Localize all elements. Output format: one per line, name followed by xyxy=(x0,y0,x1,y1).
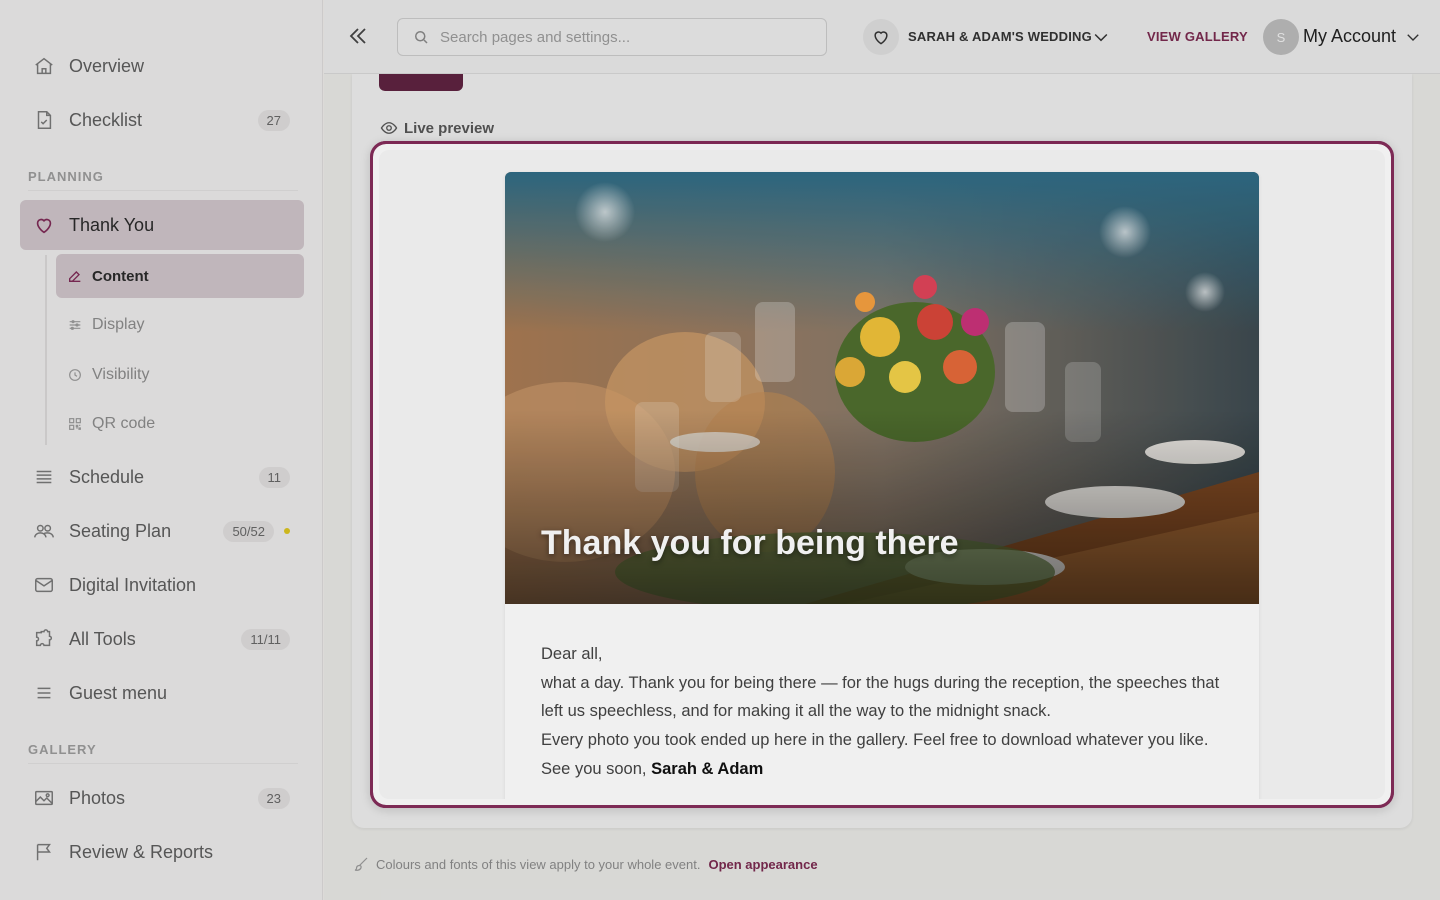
signoff-prefix: See you soon, xyxy=(541,759,647,778)
account-menu[interactable]: My Account xyxy=(1303,26,1396,47)
sidebar-item-label: Seating Plan xyxy=(69,520,172,541)
count-badge: 50/52 xyxy=(223,520,274,542)
chevron-down-icon[interactable] xyxy=(1091,27,1111,47)
collapse-sidebar-icon[interactable] xyxy=(346,24,370,48)
sidebar-item-label: Review & Reports xyxy=(69,841,214,862)
signoff: See you soon, Sarah & Adam xyxy=(541,755,1231,784)
live-preview-text: Live preview xyxy=(404,119,495,137)
sub-item-label: QR code xyxy=(92,415,156,432)
section-label-planning: PLANNING xyxy=(28,169,104,184)
sidebar-item-thank-you[interactable]: Thank You xyxy=(20,200,304,250)
count-badge: 11 xyxy=(258,466,290,488)
envelope-icon xyxy=(32,573,56,597)
count-badge: 27 xyxy=(257,109,290,131)
heart-icon xyxy=(32,213,56,237)
clock-icon xyxy=(66,366,84,384)
message-paragraph: what a day. Thank you for being there — … xyxy=(541,673,1220,721)
menu-icon xyxy=(32,681,56,705)
people-icon xyxy=(32,519,56,543)
puzzle-icon xyxy=(32,627,56,651)
divider xyxy=(28,190,298,191)
sidebar-item-label: All Tools xyxy=(69,628,136,649)
message-paragraph: Every photo you took ended up here in th… xyxy=(541,731,1209,750)
view-gallery-link[interactable]: VIEW GALLERY xyxy=(1147,29,1248,44)
sub-item-label: Visibility xyxy=(92,366,150,383)
sidebar-item-schedule[interactable]: Schedule 11 xyxy=(20,452,304,502)
sub-item-label: Display xyxy=(92,316,145,333)
sidebar-item-digital-invitation[interactable]: Digital Invitation xyxy=(20,560,304,610)
sidebar-item-label: Thank You xyxy=(69,214,155,235)
event-selector[interactable]: SARAH & ADAM'S WEDDING xyxy=(908,29,1092,44)
signoff-names: Sarah & Adam xyxy=(651,759,764,778)
sub-item-visibility[interactable]: Visibility xyxy=(56,353,304,397)
checklist-icon xyxy=(32,108,56,132)
search-input[interactable] xyxy=(440,28,800,46)
search-box[interactable] xyxy=(397,18,827,56)
flag-icon xyxy=(32,840,56,864)
sidebar-item-label: Schedule xyxy=(69,466,145,487)
eye-icon xyxy=(380,119,398,137)
sub-item-label: Content xyxy=(92,267,149,285)
sidebar-item-photos[interactable]: Photos 23 xyxy=(20,773,304,823)
sidebar-item-all-tools[interactable]: All Tools 11/11 xyxy=(20,614,304,664)
top-bar: SARAH & ADAM'S WEDDING VIEW GALLERY S My… xyxy=(324,0,1440,74)
appearance-note: Colours and fonts of this view apply to … xyxy=(352,855,818,873)
search-icon xyxy=(412,28,430,46)
thank-you-card: Thank you for being there Dear all, what… xyxy=(505,172,1259,799)
sidebar-item-label: Checklist xyxy=(69,109,143,130)
list-icon xyxy=(32,465,56,489)
home-icon xyxy=(32,54,56,78)
hero-image: Thank you for being there xyxy=(505,172,1259,604)
sidebar-item-label: Guest menu xyxy=(69,682,168,703)
count-badge: 11/11 xyxy=(241,628,290,650)
sub-item-content[interactable]: Content xyxy=(56,254,304,298)
preview-canvas: Thank you for being there Dear all, what… xyxy=(379,150,1385,799)
chevron-down-icon[interactable] xyxy=(1404,27,1422,47)
primary-button-partial[interactable] xyxy=(379,74,463,91)
submenu-guide-line xyxy=(45,255,47,445)
sidebar-item-seating-plan[interactable]: Seating Plan 50/52 xyxy=(20,506,304,556)
message-body: Dear all, what a day. Thank you for bein… xyxy=(541,640,1231,784)
sidebar-item-review-reports[interactable]: Review & Reports xyxy=(20,827,304,877)
appearance-note-text: Colours and fonts of this view apply to … xyxy=(376,856,701,872)
event-heart-icon[interactable] xyxy=(863,19,899,55)
avatar[interactable]: S xyxy=(1263,19,1299,55)
hero-title: Thank you for being there xyxy=(541,524,959,562)
open-appearance-link[interactable]: Open appearance xyxy=(708,857,817,872)
brush-icon xyxy=(352,855,370,873)
edit-icon xyxy=(66,267,84,285)
section-label-gallery: GALLERY xyxy=(28,742,97,757)
count-badge: 23 xyxy=(257,787,290,809)
sliders-icon xyxy=(66,316,84,334)
sidebar-item-label: Digital Invitation xyxy=(69,574,197,595)
sidebar-item-guest-menu[interactable]: Guest menu xyxy=(20,668,304,718)
status-dot xyxy=(284,528,290,534)
sidebar-item-label: Photos xyxy=(69,787,126,808)
live-preview-label: Live preview xyxy=(380,119,494,137)
sidebar-item-overview[interactable]: Overview xyxy=(20,41,304,91)
sub-item-display[interactable]: Display xyxy=(56,303,304,347)
greeting: Dear all, xyxy=(541,645,603,663)
preview-frame: Thank you for being there Dear all, what… xyxy=(370,141,1394,808)
sidebar-item-checklist[interactable]: Checklist 27 xyxy=(20,95,304,145)
divider xyxy=(28,763,298,764)
qr-icon xyxy=(66,415,84,433)
sub-item-qr-code[interactable]: QR code xyxy=(56,402,304,446)
sidebar: Overview Checklist 27 PLANNING Thank You… xyxy=(0,0,323,900)
image-icon xyxy=(32,786,56,810)
sidebar-item-label: Overview xyxy=(69,55,145,76)
